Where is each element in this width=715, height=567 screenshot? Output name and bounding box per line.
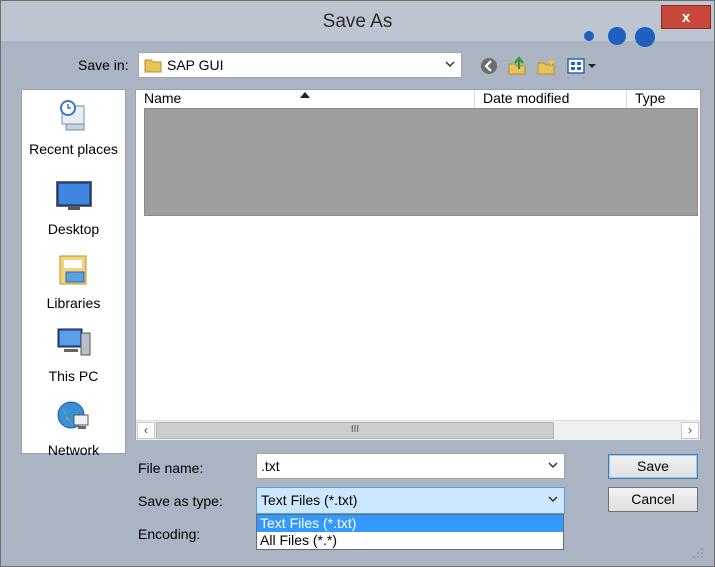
column-header-type[interactable]: Type: [627, 90, 700, 108]
place-libraries[interactable]: Libraries: [22, 250, 125, 311]
save-as-type-select[interactable]: Text Files (*.txt): [256, 487, 565, 514]
close-button[interactable]: x: [661, 5, 711, 29]
save-in-combo[interactable]: SAP GUI: [138, 52, 462, 78]
column-header-name[interactable]: Name: [136, 90, 475, 108]
scroll-thumb[interactable]: III: [156, 422, 554, 439]
back-icon[interactable]: [479, 56, 499, 76]
file-list-gray-area: [144, 108, 698, 216]
save-as-dialog: Save As x Save in: SAP GUI Recent places…: [0, 0, 715, 567]
progress-dot-small: [584, 31, 594, 41]
horizontal-scrollbar[interactable]: ‹ III ›: [136, 420, 700, 440]
scroll-left-button[interactable]: ‹: [137, 422, 155, 439]
close-icon: x: [681, 8, 691, 26]
file-list[interactable]: Name Date modified Type ‹ III ›: [135, 89, 701, 440]
place-label: Libraries: [46, 295, 101, 311]
file-name-input[interactable]: .txt: [256, 453, 565, 479]
place-desktop[interactable]: Desktop: [22, 176, 125, 237]
scroll-grip-icon: III: [350, 424, 360, 435]
place-recent-places[interactable]: Recent places: [22, 96, 125, 157]
scroll-right-button[interactable]: ›: [681, 422, 699, 439]
type-option-text-files[interactable]: Text Files (*.txt): [257, 515, 563, 532]
save-as-type-label: Save as type:: [138, 493, 223, 509]
network-icon: [57, 401, 88, 429]
title-bar[interactable]: Save As x: [1, 1, 714, 47]
place-label: Recent places: [29, 141, 118, 157]
chevron-down-icon[interactable]: [548, 492, 558, 506]
chevron-down-icon[interactable]: [445, 57, 455, 71]
file-name-label: File name:: [138, 460, 204, 476]
resize-grip-icon[interactable]: [691, 546, 705, 560]
column-header-date-modified[interactable]: Date modified: [475, 90, 627, 108]
new-folder-icon[interactable]: [536, 56, 556, 76]
progress-dot-medium: [608, 27, 626, 45]
chevron-down-icon[interactable]: [548, 458, 558, 472]
save-as-type-value: Text Files (*.txt): [261, 492, 358, 508]
file-name-value: .txt: [261, 458, 280, 474]
dialog-title: Save As: [322, 11, 393, 32]
place-label: Desktop: [47, 221, 100, 237]
save-as-type-dropdown: Text Files (*.txt) All Files (*.*): [256, 514, 564, 550]
place-label: Network: [47, 442, 100, 458]
place-network[interactable]: Network: [22, 397, 125, 458]
save-button[interactable]: Save: [608, 454, 698, 479]
cancel-button[interactable]: Cancel: [608, 487, 698, 512]
place-label: This PC: [48, 368, 99, 384]
save-in-value: SAP GUI: [167, 57, 224, 73]
type-option-all-files[interactable]: All Files (*.*): [257, 532, 563, 549]
encoding-label: Encoding:: [138, 526, 201, 542]
save-in-label: Save in:: [78, 57, 129, 73]
view-menu-icon[interactable]: [567, 56, 599, 76]
places-bar: Recent places Desktop Libraries This PC …: [21, 89, 126, 458]
progress-dot-large: [635, 27, 655, 47]
up-folder-icon[interactable]: [507, 56, 527, 76]
sort-ascending-icon: [300, 92, 310, 98]
libraries-icon: [59, 255, 86, 285]
this-pc-icon: [57, 328, 90, 356]
folder-icon: [144, 59, 162, 73]
place-this-pc[interactable]: This PC: [22, 323, 125, 384]
desktop-icon: [55, 181, 92, 210]
recent-places-icon: [59, 100, 84, 131]
